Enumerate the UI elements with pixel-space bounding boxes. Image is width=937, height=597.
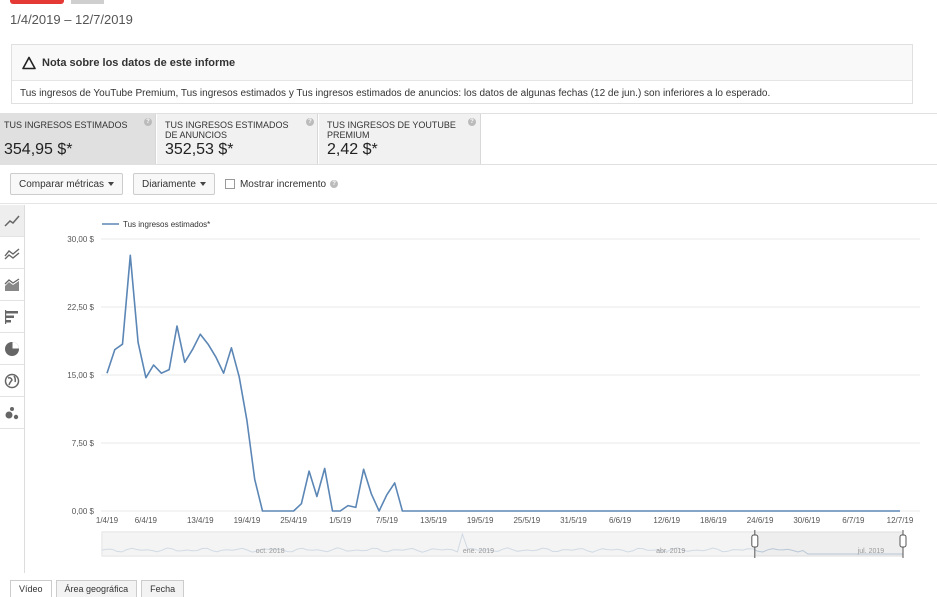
- chart-toolbar: Comparar métricas Diariamente Mostrar in…: [10, 172, 339, 196]
- range-handle[interactable]: [899, 534, 907, 548]
- tool-bubble-chart[interactable]: [0, 397, 24, 429]
- report-tabs: Vídeo Área geográfica Fecha: [10, 580, 188, 597]
- x-tick-label: 1/5/19: [329, 516, 352, 525]
- x-tick-label: 6/4/19: [135, 516, 158, 525]
- help-icon[interactable]: ?: [468, 118, 476, 126]
- report-note: Nota sobre los datos de este informe Tus…: [11, 44, 913, 104]
- compare-metrics-button[interactable]: Comparar métricas: [10, 173, 124, 195]
- help-icon[interactable]: ?: [144, 118, 152, 126]
- chart-type-toolbar: [0, 205, 25, 573]
- compare-metrics-label: Comparar métricas: [19, 178, 105, 190]
- x-tick-label: 25/4/19: [280, 516, 307, 525]
- bar-chart-icon: [5, 309, 18, 324]
- secondary-badge[interactable]: [71, 0, 104, 4]
- warning-icon: [22, 56, 36, 69]
- x-tick-label: 7/5/19: [376, 516, 399, 525]
- series-line: [106, 254, 900, 512]
- channel-badge[interactable]: [10, 0, 64, 4]
- date-range[interactable]: 1/4/2019 – 12/7/2019: [10, 12, 133, 27]
- tab-video[interactable]: Vídeo: [10, 580, 52, 597]
- metric-label: Tus ingresos de YouTube Premium: [327, 120, 456, 140]
- x-tick-label: 13/5/19: [420, 516, 447, 525]
- globe-icon: [4, 373, 20, 388]
- x-tick-label: 13/4/19: [187, 516, 214, 525]
- x-tick-label: 12/6/19: [653, 516, 680, 525]
- note-body: Tus ingresos de YouTube Premium, Tus ing…: [20, 88, 771, 99]
- metric-estimated-revenue[interactable]: Tus ingresos estimados 354,95 $* ?: [0, 114, 156, 164]
- help-icon[interactable]: ?: [330, 180, 339, 188]
- y-tick-label: 0,00 $: [72, 507, 95, 516]
- interval-dropdown[interactable]: Diariamente: [133, 173, 215, 195]
- metrics-bar: Tus ingresos estimados 354,95 $* ? Tus i…: [0, 113, 937, 165]
- revenue-line-chart[interactable]: 0,00 $ 7,50 $ 15,00 $ 22,50 $ 30,00 $ 1/4/19…: [25, 205, 925, 573]
- x-tick-label: 31/5/19: [560, 516, 587, 525]
- y-tick-label: 22,50 $: [67, 303, 94, 312]
- tool-area-chart[interactable]: [0, 269, 24, 301]
- metric-value: 352,53 $*: [165, 141, 234, 158]
- x-tick-label: 6/6/19: [609, 516, 632, 525]
- overview-label: abr. 2019: [656, 548, 685, 555]
- tool-geo-map[interactable]: [0, 365, 24, 397]
- y-tick-label: 7,50 $: [72, 439, 95, 448]
- metric-label: Tus ingresos estimados de anuncios: [165, 120, 289, 140]
- x-tick-label: 25/5/19: [513, 516, 540, 525]
- note-title: Nota sobre los datos de este informe: [42, 56, 236, 69]
- overview-label: jul. 2019: [857, 548, 885, 555]
- overview-label: ene. 2019: [463, 548, 494, 555]
- tool-pie-chart[interactable]: [0, 333, 24, 365]
- multi-line-icon: [4, 247, 20, 259]
- metric-premium-revenue[interactable]: Tus ingresos de YouTube Premium 2,42 $* …: [319, 114, 481, 164]
- x-tick-label: 30/6/19: [793, 516, 820, 525]
- tool-multi-line[interactable]: [0, 237, 24, 269]
- x-tick-label: 12/7/19: [887, 516, 914, 525]
- y-tick-label: 30,00 $: [67, 235, 94, 244]
- help-icon[interactable]: ?: [306, 118, 314, 126]
- tool-bar-chart[interactable]: [0, 301, 24, 333]
- range-handle[interactable]: [751, 534, 759, 548]
- interval-label: Diariamente: [142, 178, 196, 190]
- metric-value: 2,42 $*: [327, 141, 378, 158]
- legend-label: Tus ingresos estimados*: [123, 220, 210, 229]
- note-header: Nota sobre los datos de este informe: [12, 45, 912, 81]
- tool-line-chart[interactable]: [0, 205, 24, 237]
- x-tick-label: 6/7/19: [842, 516, 865, 525]
- pie-chart-icon: [5, 341, 19, 356]
- overview-label: oct. 2018: [256, 548, 285, 555]
- divider: [0, 203, 937, 204]
- x-tick-label: 19/5/19: [467, 516, 494, 525]
- show-increment-checkbox[interactable]: [224, 179, 235, 189]
- x-tick-label: 24/6/19: [747, 516, 774, 525]
- bubble-chart-icon: [5, 406, 19, 419]
- x-tick-label: 1/4/19: [96, 516, 119, 525]
- show-increment-toggle[interactable]: Mostrar incremento ?: [224, 178, 339, 190]
- metric-value: 354,95 $*: [4, 141, 73, 158]
- y-tick-label: 15,00 $: [67, 371, 94, 380]
- tab-geography[interactable]: Área geográfica: [55, 580, 138, 597]
- x-tick-label: 19/4/19: [234, 516, 261, 525]
- metric-label: Tus ingresos estimados: [4, 120, 128, 130]
- caret-down-icon: [108, 182, 115, 186]
- show-increment-label: Mostrar incremento: [239, 178, 327, 190]
- line-chart-icon: [4, 215, 20, 227]
- x-tick-label: 18/6/19: [700, 516, 727, 525]
- area-chart-icon: [4, 277, 20, 291]
- tab-date[interactable]: Fecha: [141, 580, 185, 597]
- caret-down-icon: [199, 182, 206, 186]
- metric-ad-revenue[interactable]: Tus ingresos estimados de anuncios 352,5…: [157, 114, 318, 164]
